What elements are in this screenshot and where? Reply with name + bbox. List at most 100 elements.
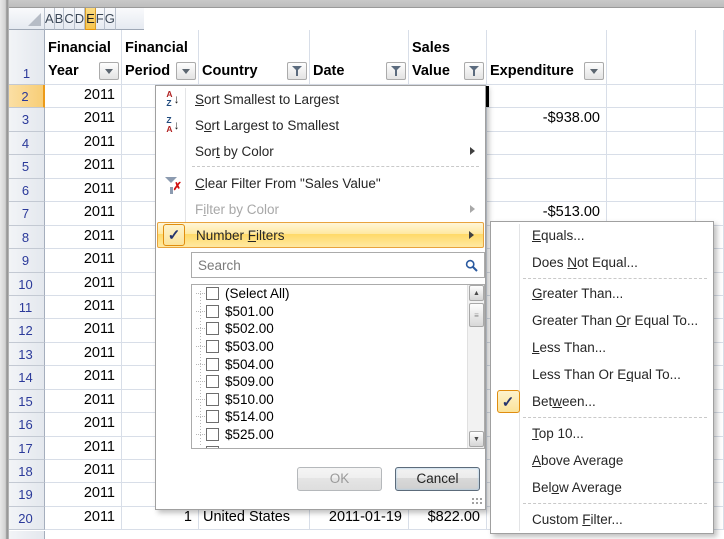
cell-financial-year[interactable]: 2011: [45, 437, 122, 460]
cell-partial[interactable]: [696, 132, 724, 155]
filter-funnel-button[interactable]: [386, 62, 406, 80]
row-header[interactable]: 3: [9, 108, 45, 131]
row-header[interactable]: 15: [9, 390, 45, 413]
filter-dropdown-button[interactable]: [176, 62, 196, 80]
checkbox[interactable]: [206, 375, 219, 388]
cell-financial-year[interactable]: 2011: [45, 483, 122, 506]
cell-empty[interactable]: [607, 108, 696, 131]
cell-financial-year[interactable]: 2011: [45, 413, 122, 436]
cell-expenditure[interactable]: [487, 85, 607, 108]
checkbox[interactable]: [206, 393, 219, 406]
row-header[interactable]: 16: [9, 413, 45, 436]
list-item[interactable]: $514.00: [192, 408, 484, 426]
cell-expenditure[interactable]: [487, 155, 607, 178]
checkbox[interactable]: [206, 358, 219, 371]
filter-funnel-button[interactable]: [287, 62, 307, 80]
submenu-item-greater-than[interactable]: Greater Than...: [492, 280, 712, 307]
cell-financial-year[interactable]: 2011: [45, 319, 122, 342]
cell-financial-year[interactable]: 2011: [45, 390, 122, 413]
cell-partial[interactable]: [696, 85, 724, 108]
submenu-item-less-than-or-equal[interactable]: Less Than Or Equal To...: [492, 361, 712, 388]
submenu-item-custom-filter[interactable]: Custom Filter...: [492, 506, 712, 533]
cell-financial-year[interactable]: 2011: [45, 179, 122, 202]
row-header[interactable]: 20: [9, 507, 45, 530]
filter-dropdown-button[interactable]: [584, 62, 604, 80]
list-item[interactable]: $509.00: [192, 373, 484, 391]
header-cell-expenditure[interactable]: Expenditure: [487, 30, 607, 85]
list-item[interactable]: (Select All): [192, 285, 484, 303]
column-header[interactable]: E: [85, 8, 96, 30]
cell-financial-year[interactable]: 2011: [45, 202, 122, 225]
list-item[interactable]: $525.00: [192, 426, 484, 444]
header-cell-sales-value[interactable]: Sales Value: [409, 30, 487, 85]
cell-financial-year[interactable]: 2011: [45, 273, 122, 296]
list-item[interactable]: $501.00: [192, 303, 484, 321]
list-item[interactable]: $510.00: [192, 391, 484, 409]
submenu-item-above-average[interactable]: Above Average: [492, 447, 712, 474]
submenu-item-less-than[interactable]: Less Than...: [492, 334, 712, 361]
checkbox[interactable]: [206, 287, 219, 300]
checkbox[interactable]: [206, 305, 219, 318]
cell-expenditure[interactable]: [487, 179, 607, 202]
cell-financial-period[interactable]: 1: [122, 507, 199, 530]
cell-financial-year[interactable]: 2011: [45, 85, 122, 108]
row-header[interactable]: 9: [9, 249, 45, 272]
cell-financial-year[interactable]: 2011: [45, 249, 122, 272]
row-header[interactable]: 11: [9, 296, 45, 319]
submenu-item-greater-than-or-equal[interactable]: Greater Than Or Equal To...: [492, 307, 712, 334]
scroll-up-button[interactable]: ▲: [469, 285, 484, 301]
header-cell-empty[interactable]: [607, 30, 696, 85]
list-item[interactable]: $502.00: [192, 320, 484, 338]
row-header[interactable]: 13: [9, 343, 45, 366]
submenu-item-between[interactable]: ✓ Between...: [492, 388, 712, 415]
cell-financial-year[interactable]: 2011: [45, 155, 122, 178]
cell-financial-year[interactable]: 2011: [45, 108, 122, 131]
cancel-button[interactable]: Cancel: [395, 467, 480, 491]
checkbox[interactable]: [206, 322, 219, 335]
scroll-thumb[interactable]: ≡: [469, 303, 484, 327]
row-header[interactable]: 2: [9, 85, 45, 108]
cell-empty[interactable]: [607, 155, 696, 178]
row-header[interactable]: 5: [9, 155, 45, 178]
cell-financial-year[interactable]: 2011: [45, 132, 122, 155]
cell-financial-year[interactable]: 2011: [45, 343, 122, 366]
column-header[interactable]: D: [75, 8, 85, 30]
select-all-corner[interactable]: [9, 8, 45, 30]
submenu-item-top-10[interactable]: Top 10...: [492, 420, 712, 447]
cell-financial-year[interactable]: 2011: [45, 460, 122, 483]
cell-partial[interactable]: [696, 179, 724, 202]
checkbox[interactable]: [206, 340, 219, 353]
checkbox[interactable]: [206, 410, 219, 423]
header-cell-financial-period[interactable]: Financial Period: [122, 30, 199, 85]
row-header[interactable]: 4: [9, 132, 45, 155]
cell-sales-value[interactable]: $822.00: [409, 507, 487, 530]
menu-item-sort-by-color[interactable]: Sort by Color: [157, 138, 484, 164]
cell-partial[interactable]: [696, 155, 724, 178]
menu-item-sort-largest-to-smallest[interactable]: ZA↓ Sort Largest to Smallest: [157, 112, 484, 138]
column-header[interactable]: B: [55, 8, 65, 30]
submenu-item-does-not-equal[interactable]: Does Not Equal...: [492, 249, 712, 276]
cell-date[interactable]: 2011-01-19: [310, 507, 409, 530]
header-cell-country[interactable]: Country: [199, 30, 310, 85]
menu-item-sort-smallest-to-largest[interactable]: AZ↓ Sort Smallest to Largest: [157, 86, 484, 112]
menu-item-number-filters[interactable]: ✓ Number Filters: [157, 222, 484, 248]
row-header[interactable]: 17: [9, 437, 45, 460]
row-header[interactable]: 18: [9, 460, 45, 483]
cell-financial-year[interactable]: 2011: [45, 366, 122, 389]
cell-empty[interactable]: [607, 85, 696, 108]
menu-item-clear-filter[interactable]: ✗ Clear Filter From "Sales Value": [157, 170, 484, 196]
cell-expenditure[interactable]: -$938.00: [487, 108, 607, 131]
cell-empty[interactable]: [607, 179, 696, 202]
cell-country[interactable]: United States: [199, 507, 310, 530]
scrollbar[interactable]: ▲ ≡ ▼: [467, 285, 484, 448]
search-input[interactable]: [192, 258, 465, 273]
row-header[interactable]: 8: [9, 226, 45, 249]
row-header[interactable]: 12: [9, 319, 45, 342]
cell-expenditure[interactable]: [487, 132, 607, 155]
submenu-item-equals[interactable]: Equals...: [492, 222, 712, 249]
submenu-item-below-average[interactable]: Below Average: [492, 474, 712, 501]
column-header[interactable]: F: [96, 8, 105, 30]
column-header[interactable]: C: [64, 8, 74, 30]
filter-funnel-button[interactable]: [464, 62, 484, 80]
cell-partial[interactable]: [696, 108, 724, 131]
